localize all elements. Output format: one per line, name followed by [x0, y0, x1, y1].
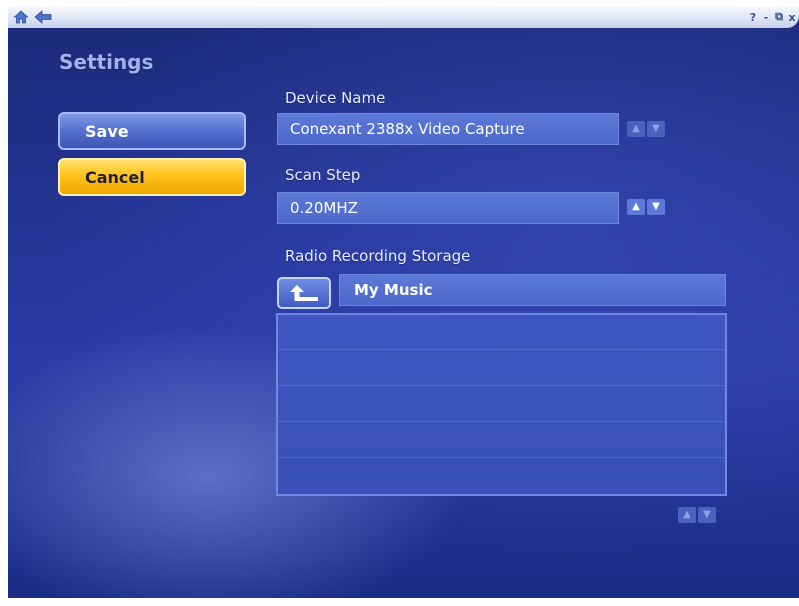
list-row-divider: [278, 349, 725, 350]
list-scroll-stepper: ▲ ▼: [678, 507, 716, 523]
media-center-screen: ? - ⧉ x Settings Save Cancel Device Name…: [8, 6, 799, 598]
help-button[interactable]: ?: [748, 11, 758, 24]
top-bar: ? - ⧉ x: [8, 6, 799, 28]
list-row-divider: [278, 421, 725, 422]
scan-step-up-button[interactable]: ▲: [627, 199, 645, 215]
save-button[interactable]: Save: [58, 112, 246, 150]
device-name-label: Device Name: [285, 89, 386, 107]
up-folder-button[interactable]: [277, 277, 331, 309]
list-scroll-down-button[interactable]: ▼: [698, 507, 716, 523]
folder-list[interactable]: [276, 313, 727, 496]
cancel-button[interactable]: Cancel: [58, 158, 246, 196]
scan-step-down-button[interactable]: ▼: [647, 199, 665, 215]
device-name-field[interactable]: Conexant 2388x Video Capture: [277, 113, 619, 145]
page-title: Settings: [59, 50, 154, 74]
device-name-stepper: ▲ ▼: [627, 121, 665, 137]
minimize-button[interactable]: -: [761, 11, 771, 24]
list-row-divider: [278, 457, 725, 458]
scan-step-label: Scan Step: [285, 166, 361, 184]
device-name-down-button[interactable]: ▼: [647, 121, 665, 137]
list-row-divider: [278, 385, 725, 386]
storage-label: Radio Recording Storage: [285, 247, 471, 265]
list-scroll-up-button[interactable]: ▲: [678, 507, 696, 523]
window-controls: ? - ⧉ x: [748, 7, 797, 27]
scan-step-field[interactable]: 0.20MHZ: [277, 192, 619, 224]
home-icon[interactable]: [11, 7, 31, 27]
restore-button[interactable]: ⧉: [774, 10, 784, 24]
storage-path-field[interactable]: My Music: [339, 274, 726, 306]
up-folder-arrow-icon: [290, 285, 318, 301]
device-name-up-button[interactable]: ▲: [627, 121, 645, 137]
back-arrow-icon[interactable]: [33, 7, 53, 27]
scan-step-stepper: ▲ ▼: [627, 199, 665, 215]
close-button[interactable]: x: [787, 11, 797, 24]
